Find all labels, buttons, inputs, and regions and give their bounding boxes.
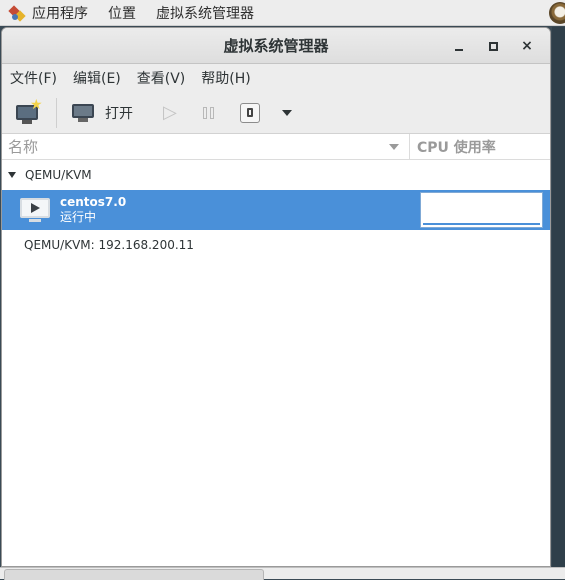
new-vm-icon: ★ [14,98,43,125]
pause-icon [202,106,214,119]
minimize-icon [455,49,463,51]
play-icon: ▷ [163,102,177,123]
chevron-down-icon [281,109,292,116]
vm-text: centos7.0 运行中 [60,195,126,225]
close-button[interactable]: × [510,31,544,61]
power-icon[interactable] [549,2,565,24]
column-header-cpu[interactable]: CPU 使用率 [410,134,550,159]
places-menu-label: 位置 [108,5,136,22]
monitor-icon [71,102,97,124]
open-button-label: 打开 [105,105,133,122]
connection-group-name: QEMU/KVM [25,168,92,182]
minimize-button[interactable] [442,31,476,61]
applications-icon [8,4,26,22]
sort-arrow-icon [389,143,399,150]
places-menu[interactable]: 位置 [100,0,148,26]
active-app-menu[interactable]: 虚拟系统管理器 [148,0,266,26]
cpu-usage-line [423,223,540,225]
applications-menu[interactable]: 应用程序 [0,0,100,26]
menu-help[interactable]: 帮助(H) [195,68,256,88]
vm-running-icon [20,196,52,224]
list-header: 名称 CPU 使用率 [2,134,550,160]
virt-manager-window: 虚拟系统管理器 × 文件(F) 编辑(E) 查看(V) 帮助(H) ★ 打开 ▷… [1,27,551,567]
toolbar-separator [56,97,57,128]
maximize-icon [488,41,498,51]
vm-status: 运行中 [60,210,97,224]
menu-view[interactable]: 查看(V) [131,68,192,88]
connection-row[interactable]: QEMU/KVM: 192.168.200.11 [2,230,550,260]
vm-name: centos7.0 [60,195,127,209]
shutdown-icon [239,102,260,123]
connection-name: QEMU/KVM: 192.168.200.11 [24,238,194,252]
desktop-background [552,27,565,567]
window-controls: × [442,28,544,64]
connection-group-row[interactable]: QEMU/KVM [2,160,550,190]
shutdown-dropdown-button[interactable] [264,96,296,130]
close-icon: × [521,38,533,54]
cpu-usage-graph [420,192,543,228]
bottom-taskbar [0,567,565,580]
menu-edit[interactable]: 编辑(E) [67,68,127,88]
titlebar[interactable]: 虚拟系统管理器 × [2,28,550,64]
pause-button[interactable] [199,96,218,130]
new-vm-button[interactable]: ★ [10,96,46,130]
column-header-name[interactable]: 名称 [2,134,410,159]
applications-menu-label: 应用程序 [32,5,88,22]
window-title: 虚拟系统管理器 [223,37,329,55]
vm-row-selected[interactable]: centos7.0 运行中 [2,190,550,230]
taskbar-window-button[interactable] [4,569,264,580]
vm-list: QEMU/KVM centos7.0 运行中 QEMU/KVM: 192.168… [2,160,550,260]
top-panel: 应用程序 位置 虚拟系统管理器 [0,0,565,26]
active-app-menu-label: 虚拟系统管理器 [156,5,254,22]
column-header-cpu-label: CPU 使用率 [417,139,496,156]
shutdown-button[interactable] [236,96,264,130]
run-button[interactable]: ▷ [159,96,181,130]
maximize-button[interactable] [476,31,510,61]
menubar: 文件(F) 编辑(E) 查看(V) 帮助(H) [2,64,550,92]
menu-file[interactable]: 文件(F) [4,68,63,88]
expander-icon[interactable] [8,172,16,178]
open-button[interactable]: 打开 [67,96,137,130]
column-header-name-label: 名称 [8,138,39,156]
toolbar: ★ 打开 ▷ [2,92,550,134]
